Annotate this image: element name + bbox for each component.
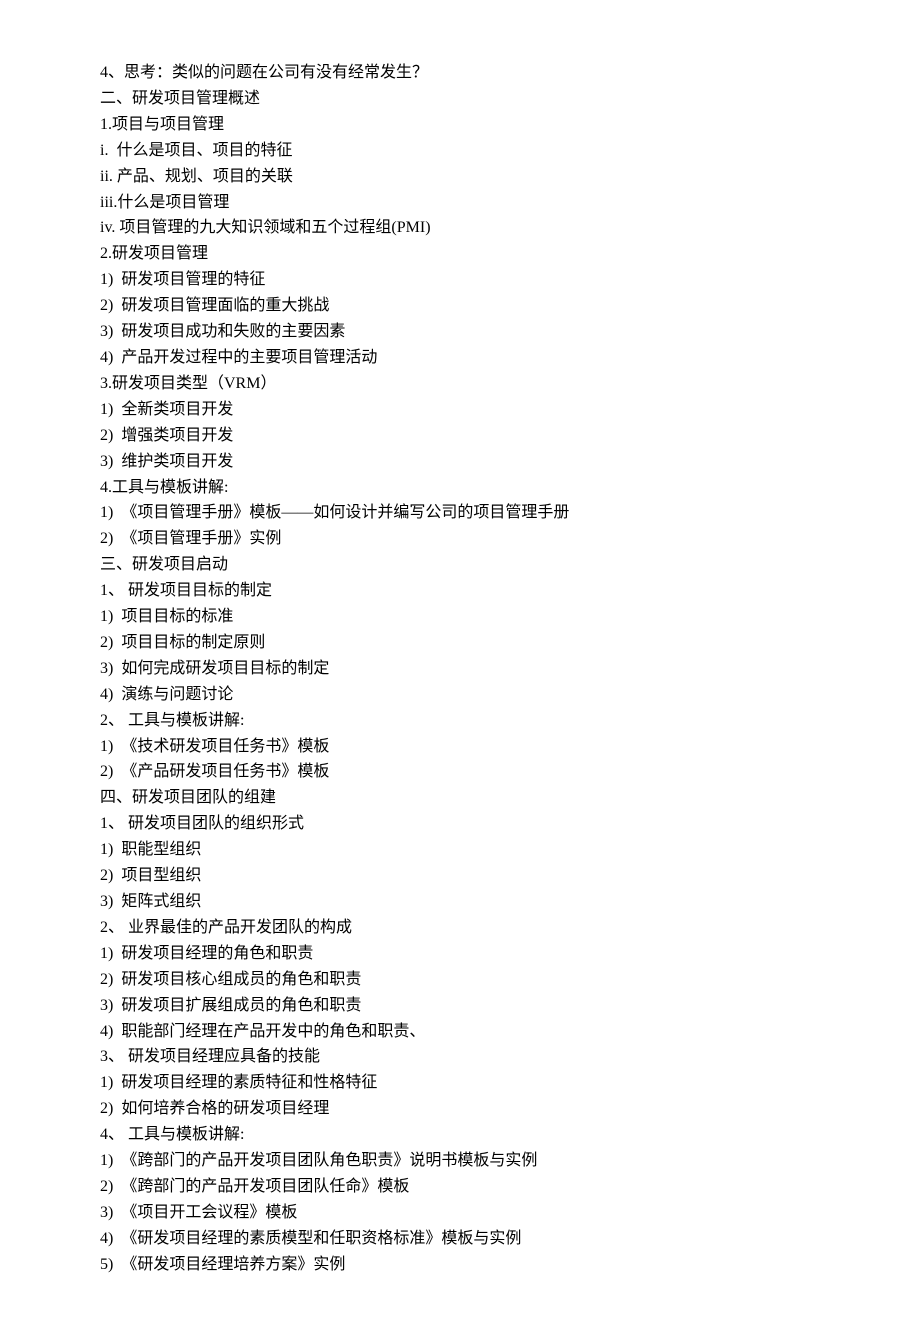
outline-line: 4.工具与模板讲解: [100,475,820,501]
outline-line: 2) 如何培养合格的研发项目经理 [100,1096,820,1122]
outline-line: 1) 《项目管理手册》模板――如何设计并编写公司的项目管理手册 [100,500,820,526]
outline-line: 2) 《跨部门的产品开发项目团队任命》模板 [100,1174,820,1200]
outline-line: 1.项目与项目管理 [100,112,820,138]
outline-line: 2) 增强类项目开发 [100,423,820,449]
outline-line: iv. 项目管理的九大知识领域和五个过程组(PMI) [100,215,820,241]
outline-line: 2) 项目型组织 [100,863,820,889]
outline-line: 5) 《研发项目经理培养方案》实例 [100,1252,820,1278]
outline-line: 4) 产品开发过程中的主要项目管理活动 [100,345,820,371]
outline-line: 2) 《项目管理手册》实例 [100,526,820,552]
outline-line: i. 什么是项目、项目的特征 [100,138,820,164]
outline-line: 2) 研发项目管理面临的重大挑战 [100,293,820,319]
outline-line: ii. 产品、规划、项目的关联 [100,164,820,190]
outline-line: 3、 研发项目经理应具备的技能 [100,1044,820,1070]
outline-line: 4、思考：类似的问题在公司有没有经常发生？ [100,60,820,86]
outline-line: 3) 矩阵式组织 [100,889,820,915]
outline-line: 1) 研发项目管理的特征 [100,267,820,293]
outline-line: 1、 研发项目团队的组织形式 [100,811,820,837]
outline-line: 3) 研发项目成功和失败的主要因素 [100,319,820,345]
outline-line: 2、 业界最佳的产品开发团队的构成 [100,915,820,941]
outline-line: 4、 工具与模板讲解: [100,1122,820,1148]
outline-line: 四、研发项目团队的组建 [100,785,820,811]
outline-line: 1) 项目目标的标准 [100,604,820,630]
outline-line: 1) 研发项目经理的素质特征和性格特征 [100,1070,820,1096]
outline-line: 4) 《研发项目经理的素质模型和任职资格标准》模板与实例 [100,1226,820,1252]
outline-line: 1) 《跨部门的产品开发项目团队角色职责》说明书模板与实例 [100,1148,820,1174]
outline-line: 1) 职能型组织 [100,837,820,863]
outline-line: 3.研发项目类型（VRM） [100,371,820,397]
outline-line: 3) 维护类项目开发 [100,449,820,475]
outline-line: 4) 职能部门经理在产品开发中的角色和职责、 [100,1019,820,1045]
outline-line: 1) 研发项目经理的角色和职责 [100,941,820,967]
outline-line: 2、 工具与模板讲解: [100,708,820,734]
outline-line: 1) 《技术研发项目任务书》模板 [100,734,820,760]
outline-line: 3) 如何完成研发项目目标的制定 [100,656,820,682]
outline-line: 2.研发项目管理 [100,241,820,267]
outline-line: 2) 研发项目核心组成员的角色和职责 [100,967,820,993]
document-body: 4、思考：类似的问题在公司有没有经常发生？二、研发项目管理概述1.项目与项目管理… [100,60,820,1278]
outline-line: 2) 《产品研发项目任务书》模板 [100,759,820,785]
outline-line: 3) 研发项目扩展组成员的角色和职责 [100,993,820,1019]
outline-line: 1) 全新类项目开发 [100,397,820,423]
outline-line: 3) 《项目开工会议程》模板 [100,1200,820,1226]
outline-line: 二、研发项目管理概述 [100,86,820,112]
outline-line: iii.什么是项目管理 [100,190,820,216]
outline-line: 1、 研发项目目标的制定 [100,578,820,604]
outline-line: 三、研发项目启动 [100,552,820,578]
outline-line: 4) 演练与问题讨论 [100,682,820,708]
outline-line: 2) 项目目标的制定原则 [100,630,820,656]
